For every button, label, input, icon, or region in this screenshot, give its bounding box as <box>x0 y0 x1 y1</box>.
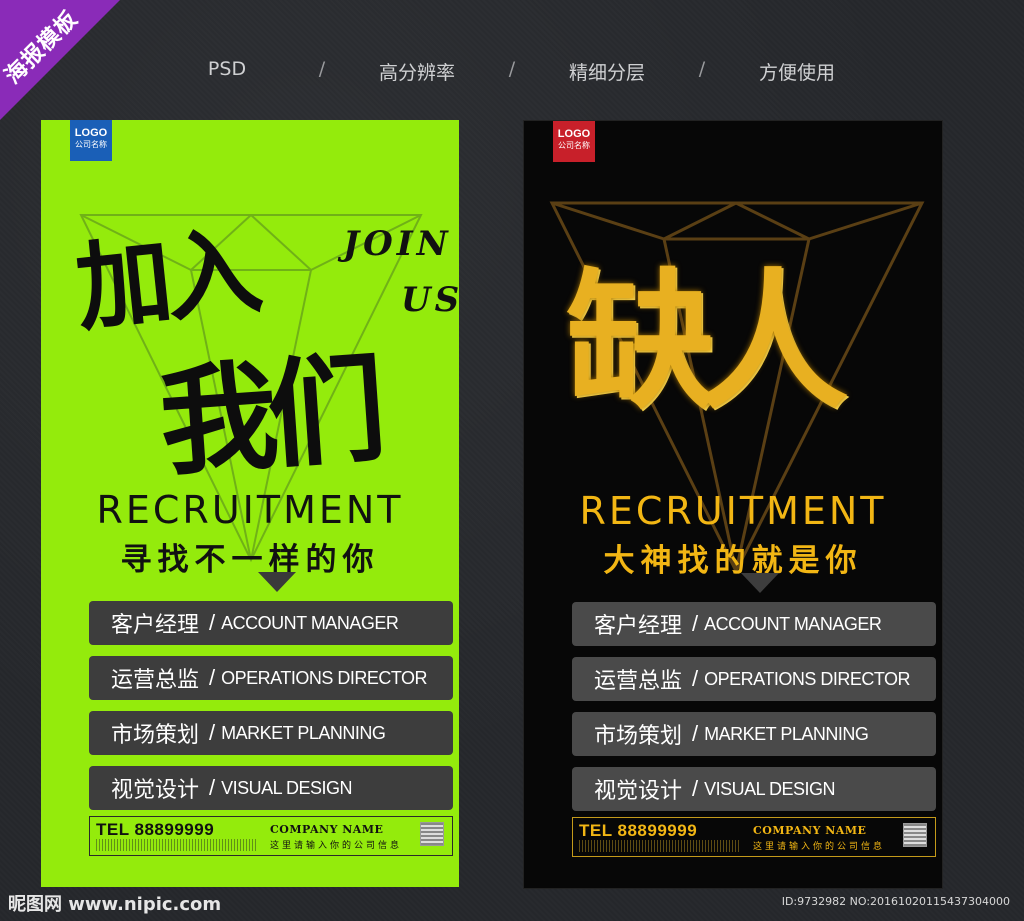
title-us: 我们 <box>155 338 381 493</box>
company-info: 这里请输入你的公司信息 <box>270 840 403 850</box>
job-title-en: VISUAL DESIGN <box>704 778 836 799</box>
job-separator: / <box>692 666 699 691</box>
job-title-cn: 客户经理 <box>111 613 200 638</box>
job-separator: / <box>692 611 699 636</box>
fine-print <box>579 840 739 852</box>
job-title-cn: 运营总监 <box>594 669 683 694</box>
job-title-cn: 市场策划 <box>111 723 200 748</box>
recruitment-heading: RECRUITMENT <box>96 488 404 532</box>
job-separator: / <box>692 721 699 746</box>
job-item[interactable]: 市场策划 / MARKET PLANNING <box>89 711 453 755</box>
qr-code-icon <box>420 822 444 846</box>
slogan: 寻找不一样的你 <box>120 542 380 578</box>
job-title-en: MARKET PLANNING <box>221 722 386 743</box>
job-title-cn: 运营总监 <box>111 668 200 693</box>
job-item[interactable]: 客户经理 / ACCOUNT MANAGER <box>572 602 936 646</box>
job-item[interactable]: 运营总监 / OPERATIONS DIRECTOR <box>572 657 936 701</box>
job-title-en: OPERATIONS DIRECTOR <box>704 668 910 689</box>
arrow-down-icon <box>741 573 779 593</box>
poster-green[interactable]: LOGO 公司名称 加入 我们 JOIN US RECRUITMENT 寻找不一… <box>41 120 459 887</box>
job-title-cn: 客户经理 <box>594 614 683 639</box>
job-title-en: OPERATIONS DIRECTOR <box>221 667 427 688</box>
job-separator: / <box>209 665 216 690</box>
job-separator: / <box>209 775 216 800</box>
join-text: JOIN <box>343 224 452 264</box>
company-name: COMPANY NAME <box>753 824 867 837</box>
recruitment-heading: RECRUITMENT <box>579 489 887 533</box>
contact-footer: TEL 88899999 COMPANY NAME 这里请输入你的公司信息 <box>89 816 453 856</box>
us-text: US <box>401 280 459 320</box>
qr-code-icon <box>903 823 927 847</box>
feature-separator: / <box>698 58 706 80</box>
feature-high-res: 高分辨率 <box>378 62 455 84</box>
feature-psd: PSD <box>207 58 247 80</box>
job-title-cn: 视觉设计 <box>594 779 683 804</box>
job-title-en: ACCOUNT MANAGER <box>704 613 882 634</box>
job-separator: / <box>209 720 216 745</box>
feature-separator: / <box>508 58 516 80</box>
poster-black[interactable]: LOGO 公司名称 缺人 RECRUITMENT 大神找的就是你 客户经理 / … <box>523 120 943 889</box>
feature-separator: / <box>318 58 326 80</box>
job-separator: / <box>692 776 699 801</box>
company-name: COMPANY NAME <box>270 823 384 836</box>
job-list: 客户经理 / ACCOUNT MANAGER 运营总监 / OPERATIONS… <box>89 601 453 821</box>
phone-number: TEL 88899999 <box>579 821 698 840</box>
feature-bar: PSD / 高分辨率 / 精细分层 / 方便使用 <box>0 58 1024 85</box>
phone-number: TEL 88899999 <box>96 820 215 839</box>
fine-print <box>96 839 256 851</box>
job-item[interactable]: 视觉设计 / VISUAL DESIGN <box>572 767 936 811</box>
job-title-en: VISUAL DESIGN <box>221 777 353 798</box>
arrow-down-icon <box>258 572 296 592</box>
contact-footer: TEL 88899999 COMPANY NAME 这里请输入你的公司信息 <box>572 817 936 857</box>
company-info: 这里请输入你的公司信息 <box>753 841 886 851</box>
job-title-en: MARKET PLANNING <box>704 723 869 744</box>
job-separator: / <box>209 610 216 635</box>
feature-layers: 精细分层 <box>568 62 645 84</box>
job-title-cn: 视觉设计 <box>111 778 200 803</box>
job-item[interactable]: 视觉设计 / VISUAL DESIGN <box>89 766 453 810</box>
job-title-en: ACCOUNT MANAGER <box>221 612 399 633</box>
job-item[interactable]: 市场策划 / MARKET PLANNING <box>572 712 936 756</box>
job-item[interactable]: 客户经理 / ACCOUNT MANAGER <box>89 601 453 645</box>
feature-easy-use: 方便使用 <box>758 62 835 84</box>
job-list: 客户经理 / ACCOUNT MANAGER 运营总监 / OPERATIONS… <box>572 602 936 822</box>
title-hiring: 缺人 <box>566 254 848 430</box>
job-item[interactable]: 运营总监 / OPERATIONS DIRECTOR <box>89 656 453 700</box>
slogan: 大神找的就是你 <box>603 543 863 579</box>
watermark-site: 昵图网 www.nipic.com <box>8 894 222 915</box>
job-title-cn: 市场策划 <box>594 724 683 749</box>
watermark-id: ID:9732982 NO:20161020115437304000 <box>781 895 1010 908</box>
